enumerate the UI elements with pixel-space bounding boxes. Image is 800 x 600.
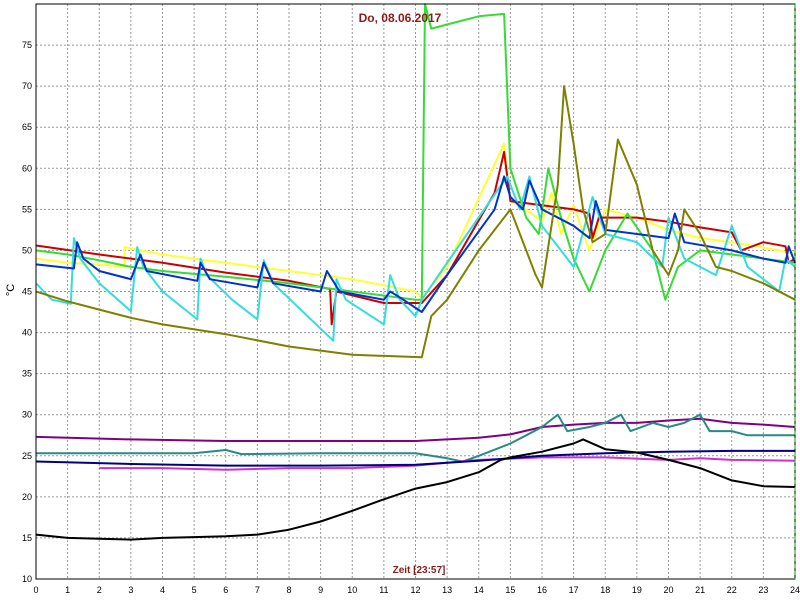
- y-tick-label: 65: [22, 122, 32, 132]
- x-tick-label: 7: [255, 585, 260, 595]
- x-tick-label: 22: [727, 585, 737, 595]
- x-tick-label: 24: [790, 585, 800, 595]
- x-tick-label: 14: [474, 585, 484, 595]
- x-tick-label: 8: [286, 585, 291, 595]
- y-tick-label: 35: [22, 369, 32, 379]
- x-tick-label: 6: [223, 585, 228, 595]
- y-tick-label: 15: [22, 533, 32, 543]
- y-tick-label: 60: [22, 163, 32, 173]
- y-tick-label: 20: [22, 492, 32, 502]
- x-tick-label: 16: [537, 585, 547, 595]
- chart: 1015202530354045505560657075 01234567891…: [5, 3, 800, 595]
- x-tick-label: 13: [442, 585, 452, 595]
- x-tick-label: 10: [347, 585, 357, 595]
- x-tick-label: 11: [379, 585, 388, 595]
- x-tick-label: 21: [695, 585, 705, 595]
- y-tick-label: 25: [22, 451, 32, 461]
- x-tick-label: 4: [160, 585, 165, 595]
- x-tick-label: 15: [505, 585, 515, 595]
- y-axis-label: °C: [5, 284, 17, 296]
- x-tick-label: 20: [663, 585, 673, 595]
- x-tick-label: 17: [569, 585, 579, 595]
- x-tick-label: 18: [600, 585, 610, 595]
- chart-title: Do, 08.06.2017: [359, 11, 442, 25]
- x-tick-label: 19: [632, 585, 642, 595]
- y-tick-labels: 10 15 20 25 30 35 40 45 50 55 60 65 70 75: [22, 40, 32, 584]
- x-tick-label: 5: [192, 585, 197, 595]
- x-tick-label: 3: [128, 585, 133, 595]
- x-tick-label: 23: [758, 585, 768, 595]
- y-tick-label: 40: [22, 328, 32, 338]
- x-tick-label: 2: [97, 585, 102, 595]
- x-tick-label: 0: [33, 585, 38, 595]
- x-tick-label: 12: [410, 585, 420, 595]
- x-tick-label: 9: [318, 585, 323, 595]
- x-axis-label: Zeit [23:57]: [393, 565, 446, 576]
- y-tick-label: 30: [22, 410, 32, 420]
- y-tick-label: 50: [22, 245, 32, 255]
- y-tick-label: 55: [22, 204, 32, 214]
- y-tick-label: 10: [22, 574, 32, 584]
- x-tick-label: 1: [65, 585, 70, 595]
- x-tick-labels: 0 1 2 3 4 5 6 7 8 9 10 11 12 13 14 15 16 17 18 19 20 21 22 23 24: [33, 585, 800, 595]
- y-tick-label: 70: [22, 81, 32, 91]
- y-tick-label: 75: [22, 40, 32, 50]
- y-tick-label: 45: [22, 287, 32, 297]
